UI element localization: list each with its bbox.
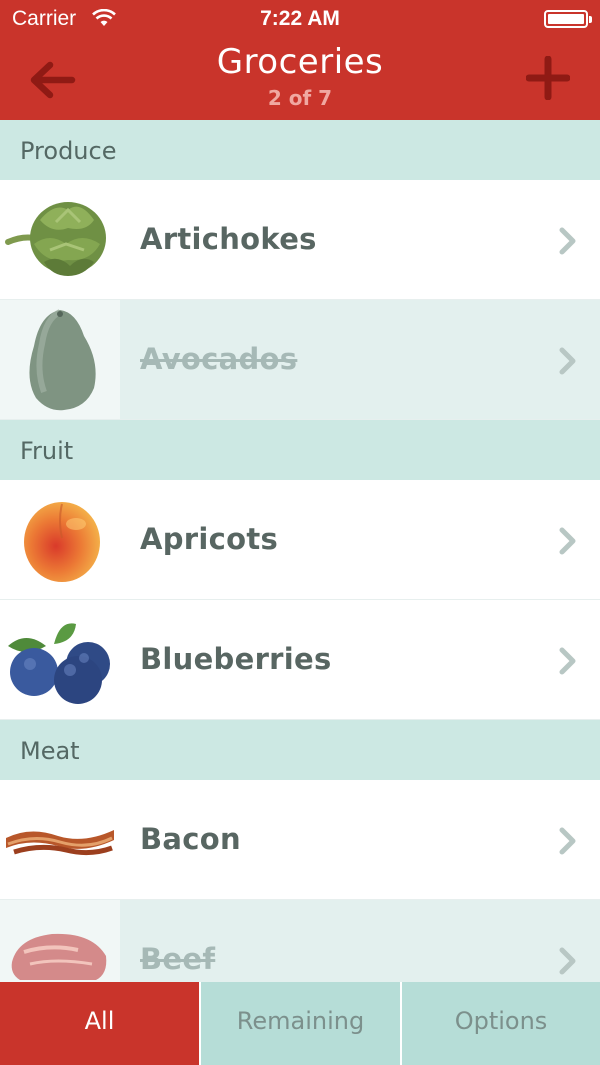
section-header-fruit: Fruit (0, 420, 600, 480)
blueberries-image (0, 600, 120, 719)
list-item-beef[interactable]: Beef (0, 900, 600, 982)
item-label: Beef (140, 942, 216, 976)
item-label: Blueberries (140, 642, 332, 676)
progress-count: 2 of 7 (267, 86, 333, 110)
beef-image (0, 900, 120, 982)
item-label: Artichokes (140, 222, 317, 256)
chevron-right-icon (559, 827, 576, 855)
avocado-image (0, 300, 120, 419)
status-time: 7:22 AM (260, 7, 340, 30)
status-bar: Carrier 7:22 AM (0, 0, 600, 38)
artichoke-image (0, 180, 120, 299)
bacon-image (0, 780, 120, 899)
tab-all[interactable]: All (0, 982, 199, 1065)
battery-icon (544, 10, 592, 28)
list-item-avocados[interactable]: Avocados (0, 300, 600, 420)
chevron-right-icon (559, 527, 576, 555)
plus-icon[interactable] (526, 56, 570, 100)
navigation-bar: Carrier 7:22 AM Groceries 2 of 7 (0, 0, 600, 120)
grocery-list: Produce Artichokes Avocados Fruit Aprico… (0, 120, 600, 982)
chevron-right-icon (559, 947, 576, 975)
chevron-right-icon (559, 647, 576, 675)
list-item-bacon[interactable]: Bacon (0, 780, 600, 900)
tab-remaining[interactable]: Remaining (201, 982, 400, 1065)
section-header-produce: Produce (0, 120, 600, 180)
item-label: Avocados (140, 342, 298, 376)
list-item-apricots[interactable]: Apricots (0, 480, 600, 600)
page-title: Groceries (216, 42, 384, 82)
chevron-right-icon (559, 227, 576, 255)
tab-options[interactable]: Options (402, 982, 600, 1065)
filter-tab-bar: All Remaining Options (0, 982, 600, 1065)
section-header-meat: Meat (0, 720, 600, 780)
apricot-image (0, 480, 120, 599)
chevron-right-icon (559, 347, 576, 375)
item-label: Bacon (140, 822, 241, 856)
list-item-artichokes[interactable]: Artichokes (0, 180, 600, 300)
item-label: Apricots (140, 522, 279, 556)
list-item-blueberries[interactable]: Blueberries (0, 600, 600, 720)
